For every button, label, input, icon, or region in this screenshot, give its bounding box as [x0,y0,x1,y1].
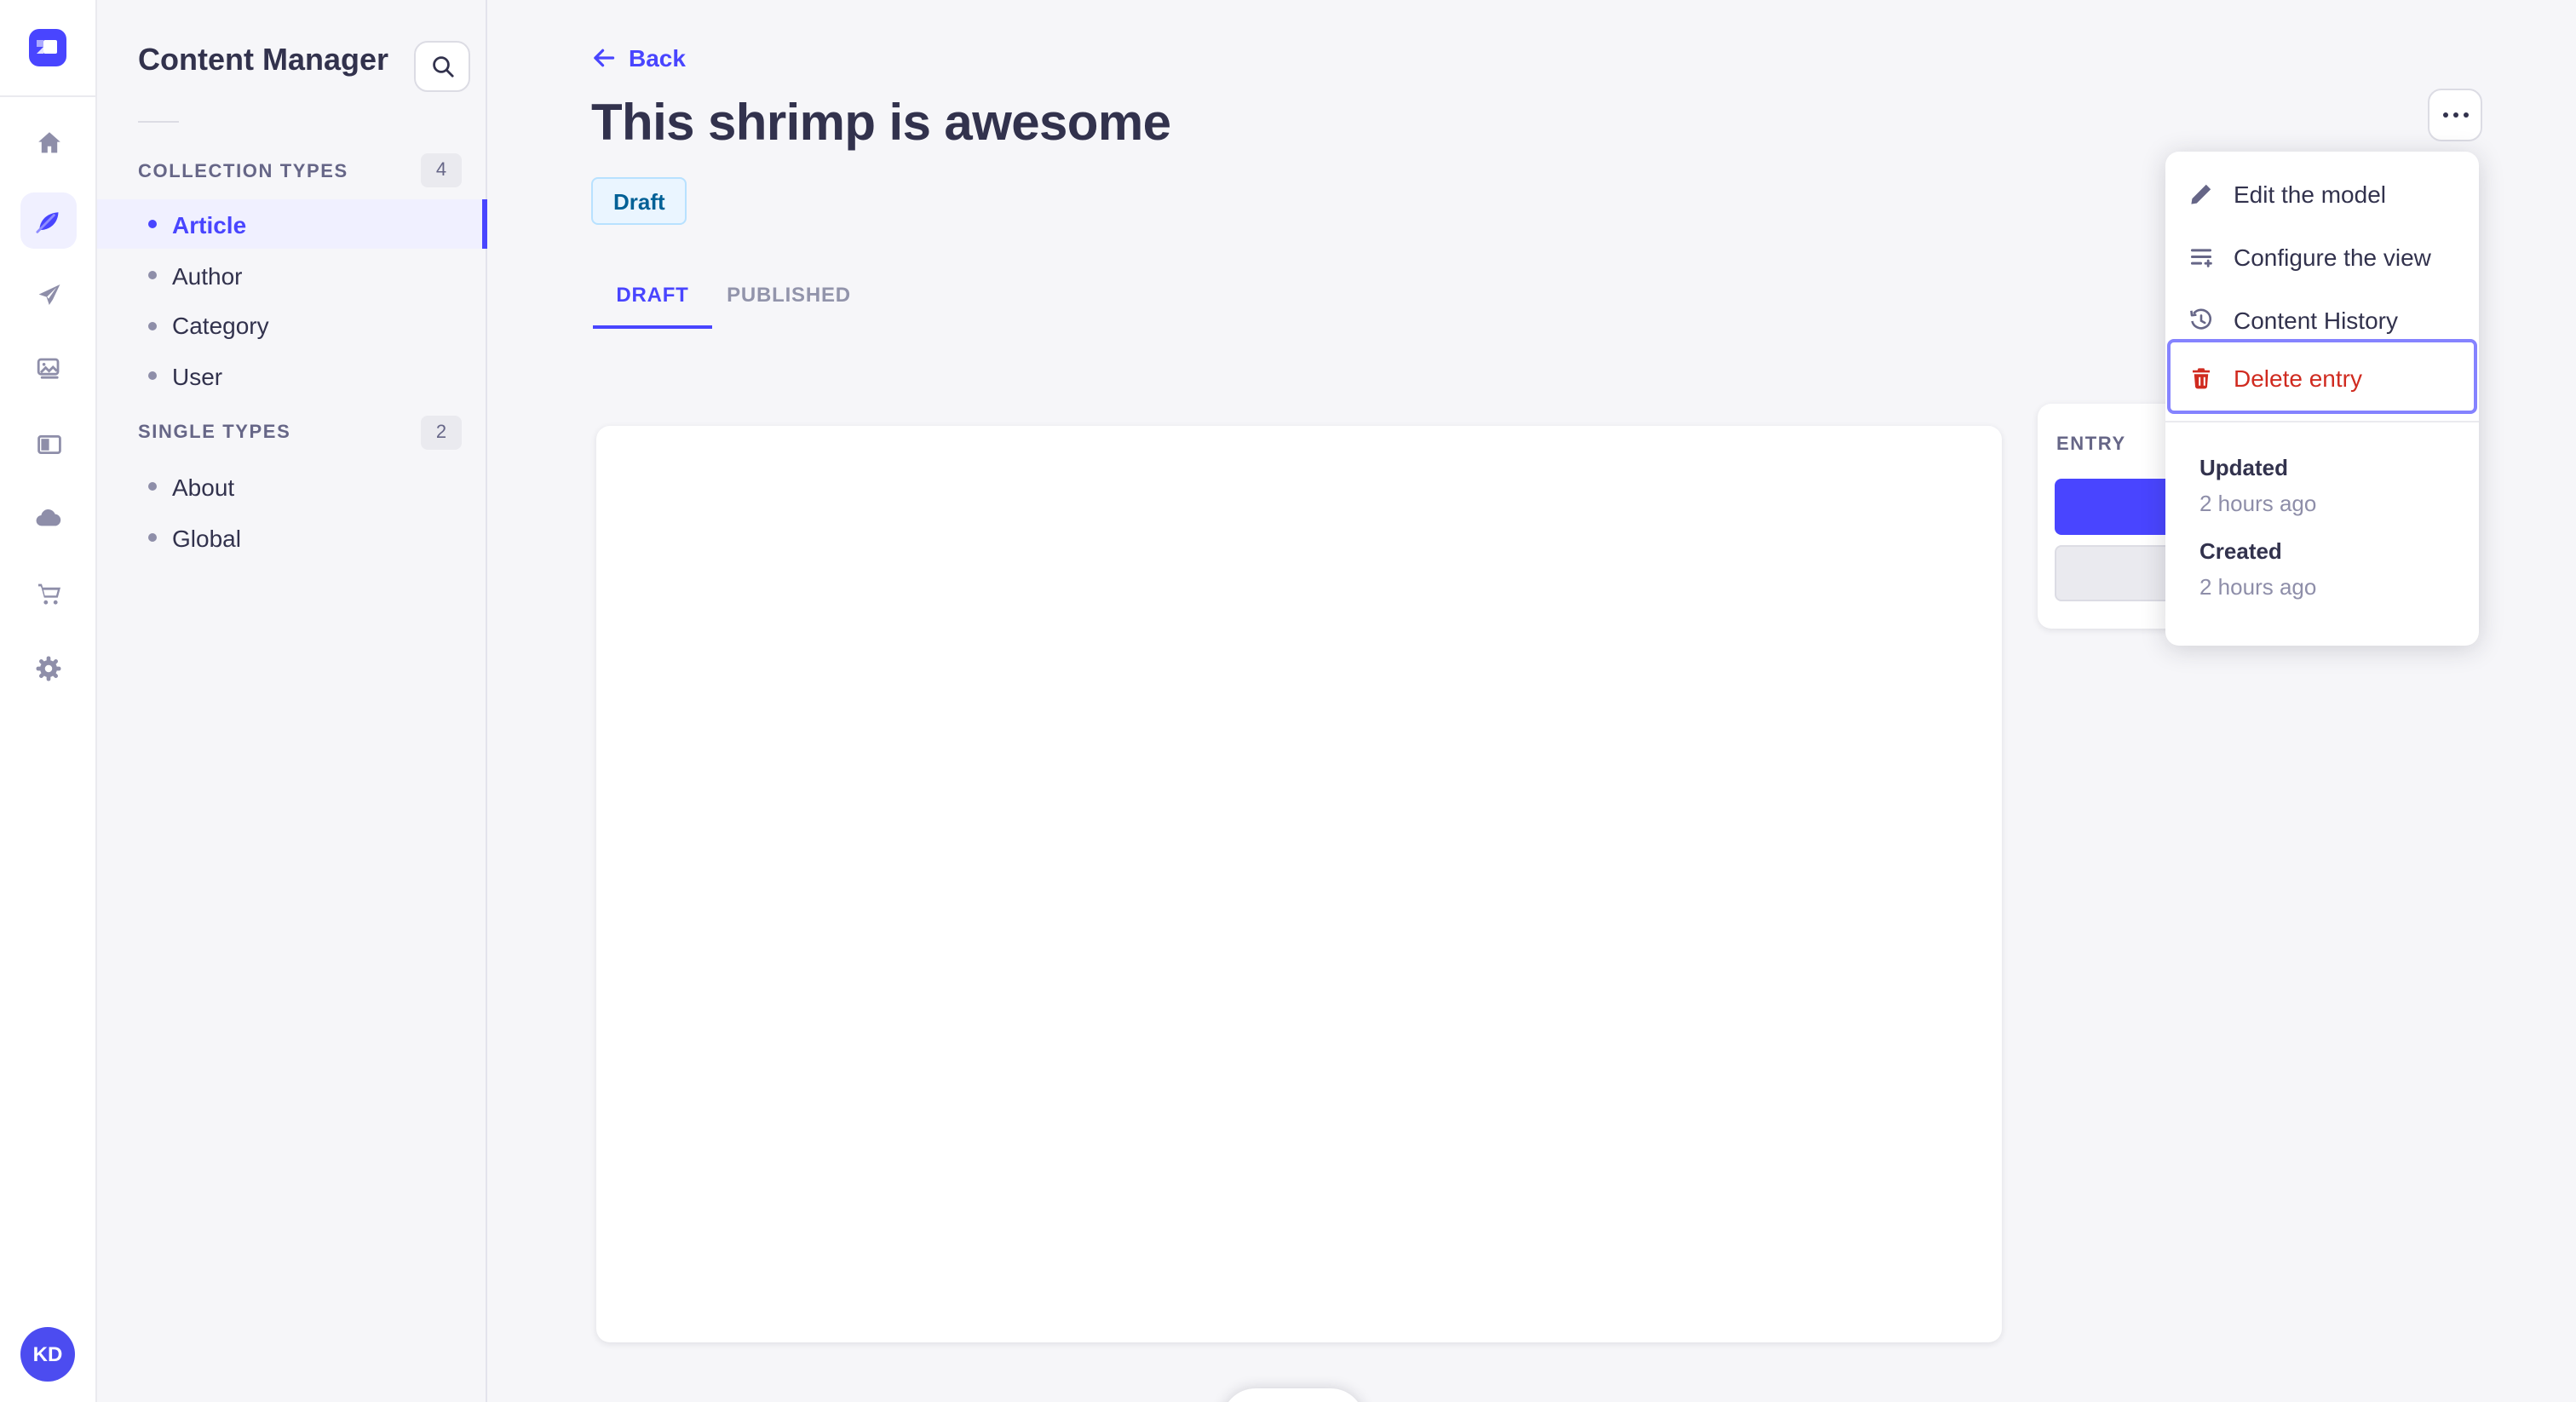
single-types-count: 2 [421,416,462,450]
history-clock-icon [2189,307,2213,331]
sidebar-item-label: Category [172,312,269,339]
bullet-icon [148,371,157,380]
list-settings-icon [2189,244,2213,268]
active-tab-underline [593,325,712,329]
menu-item-edit-the-model[interactable]: Edit the model [2165,162,2479,225]
section-collection-types: COLLECTION TYPES [138,162,348,182]
created-value: 2 hours ago [2199,574,2317,600]
marketplace-cart-icon[interactable] [20,566,77,622]
subnav-title: Content Manager [138,43,389,77]
user-avatar[interactable]: KD [20,1327,75,1382]
sidebar-item-label: User [172,362,223,389]
updated-value: 2 hours ago [2199,491,2317,516]
menu-item-label: Configure the view [2234,243,2431,270]
collection-types-count: 4 [421,153,462,187]
updated-label: Updated [2199,455,2288,480]
entry-form-card [596,426,2002,1342]
layout-icon[interactable] [20,416,77,472]
sidebar-item-label: About [172,473,235,500]
menu-item-configure-the-view[interactable]: Configure the view [2165,225,2479,288]
tab-published[interactable]: PUBLISHED [727,278,850,312]
sidebar-item-author[interactable]: Author [97,250,487,300]
content-manager-subnav: Content Manager COLLECTION TYPES 4 Artic… [97,0,487,1402]
sidebar-item-label: Article [172,210,247,238]
status-badge: Draft [591,177,687,225]
search-button[interactable] [414,41,470,92]
page-title: This shrimp is awesome [591,95,1171,152]
bullet-icon [148,321,157,330]
search-icon [432,56,453,78]
sidebar-item-label: Global [172,524,241,551]
content-manager-feather-icon[interactable] [20,192,77,249]
media-library-icon[interactable] [20,341,77,397]
menu-item-label: Content History [2234,306,2398,333]
main-nav-rail: KD [0,0,97,1402]
cloud-icon[interactable] [20,491,77,547]
rail-divider [0,95,97,97]
bullet-icon [148,271,157,279]
strapi-logo[interactable] [29,29,66,66]
bullet-icon [148,482,157,491]
app-window: KD Content Manager COLLECTION TYPES 4 Ar… [0,0,2576,1402]
back-arrow-icon [594,49,615,67]
settings-gear-icon[interactable] [20,641,77,697]
entry-panel-label: ENTRY [2056,434,2126,455]
bottom-floating-pill[interactable] [1222,1388,1365,1402]
pencil-icon [2189,181,2213,205]
sidebar-item-label: Author [172,261,243,289]
ellipsis-icon [2463,112,2468,118]
sidebar-item-article[interactable]: Article [97,199,487,249]
sidebar-item-user[interactable]: User [97,351,487,400]
bullet-icon [148,533,157,542]
delete-entry-highlight [2167,339,2477,414]
back-link[interactable]: Back [593,44,686,72]
bullet-icon [148,220,157,228]
home-icon[interactable] [20,114,77,170]
back-label: Back [629,44,686,72]
tab-draft[interactable]: DRAFT [593,278,712,312]
more-actions-button[interactable] [2428,89,2482,141]
created-label: Created [2199,538,2282,564]
sidebar-item-global[interactable]: Global [97,513,487,562]
send-plane-icon[interactable] [20,266,77,322]
active-indicator-bar [482,199,487,249]
menu-divider [2165,421,2479,422]
strapi-logo-glyph [37,40,57,54]
sidebar-item-about[interactable]: About [97,462,487,511]
ellipsis-icon [2452,112,2458,118]
ellipsis-icon [2442,112,2447,118]
menu-item-label: Edit the model [2234,180,2386,207]
subnav-divider [138,121,179,123]
section-single-types: SINGLE TYPES [138,422,291,443]
sidebar-item-category[interactable]: Category [97,301,487,350]
